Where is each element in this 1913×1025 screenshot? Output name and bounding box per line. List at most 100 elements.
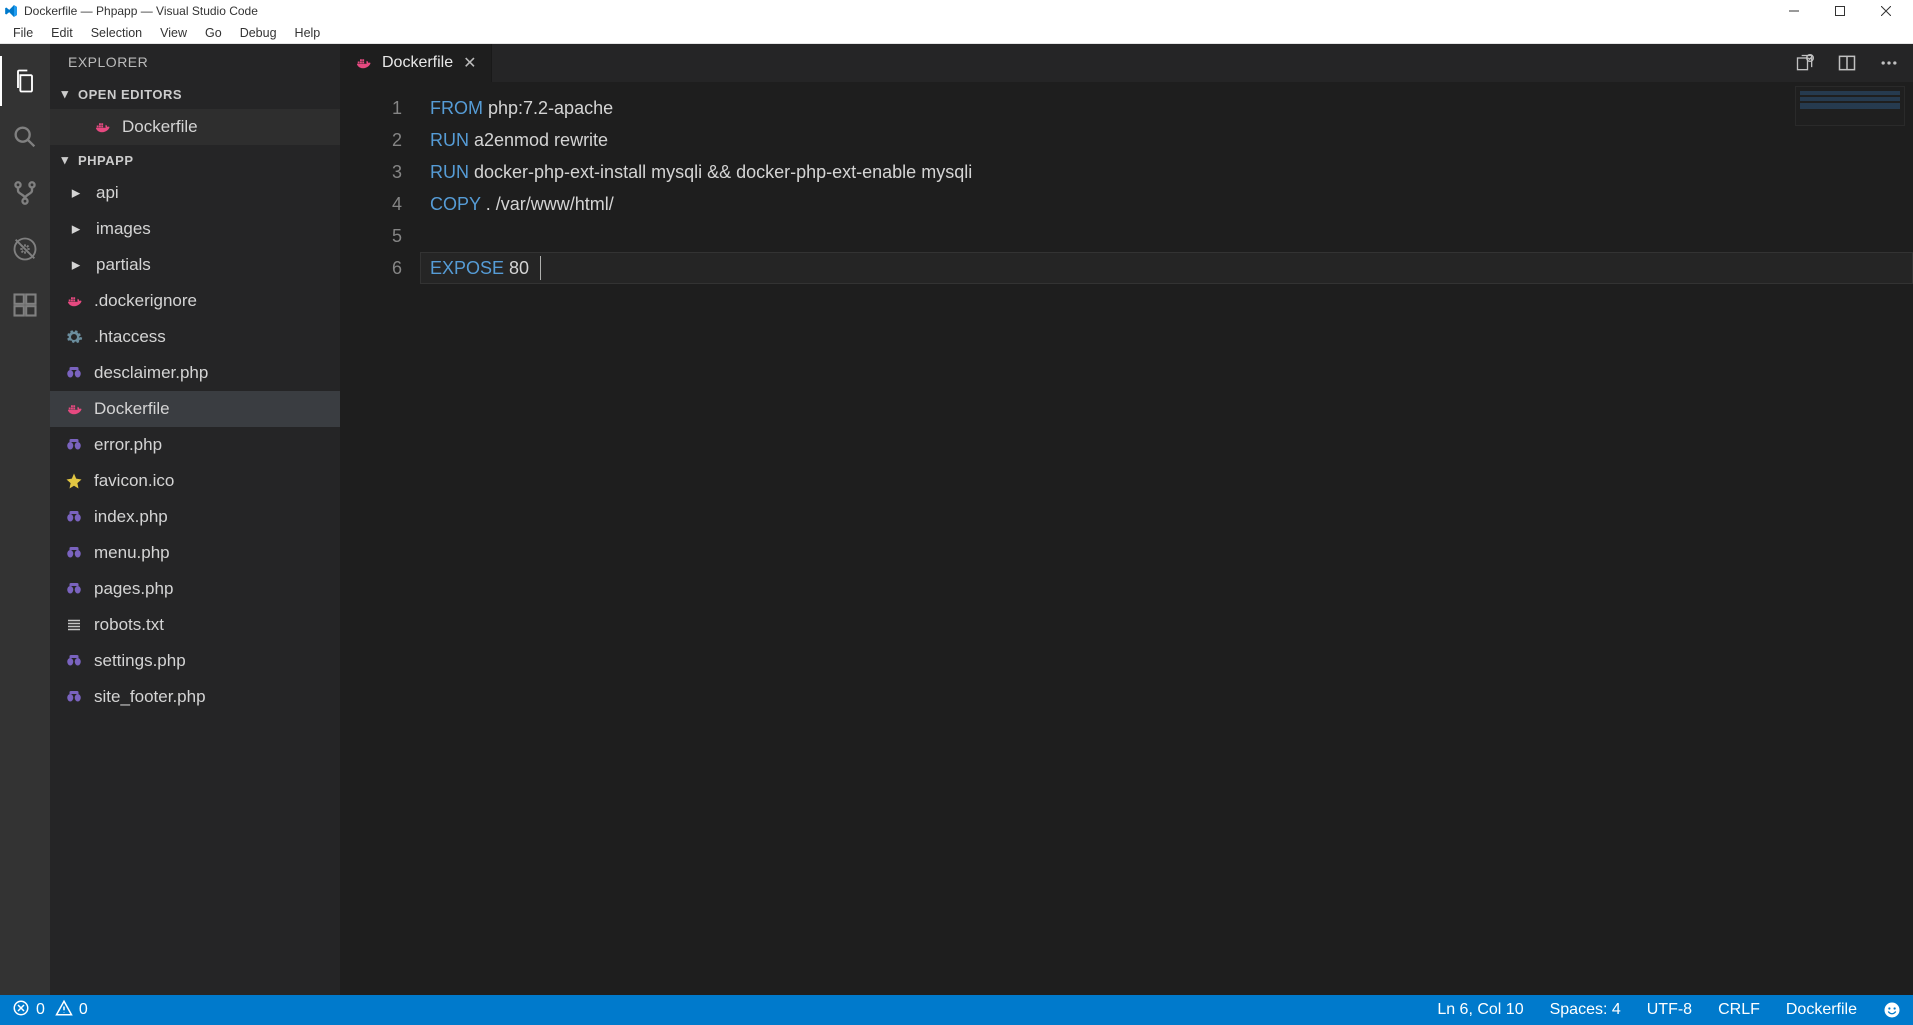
file-item[interactable]: error.php (50, 427, 340, 463)
activity-search[interactable] (0, 112, 50, 162)
file-label: .dockerignore (94, 291, 197, 311)
folder-item[interactable]: ▸ api (50, 175, 340, 211)
sidebar-title: EXPLORER (50, 44, 340, 79)
file-label: error.php (94, 435, 162, 455)
file-tree: ▸ api ▸ images ▸partials .dockerignore .htacce… (50, 175, 340, 715)
file-item[interactable]: .htaccess (50, 319, 340, 355)
status-cursor-position[interactable]: Ln 6, Col 10 (1437, 1001, 1523, 1019)
activity-debug[interactable] (0, 224, 50, 274)
tab-label: Dockerfile (382, 54, 453, 72)
folder-label: api (96, 183, 119, 203)
activity-source-control[interactable] (0, 168, 50, 218)
gear-icon (64, 327, 84, 347)
activity-bar (0, 44, 50, 995)
status-eol[interactable]: CRLF (1718, 1001, 1760, 1019)
open-editor-label: Dockerfile (122, 117, 198, 137)
vscode-icon (4, 4, 18, 18)
line-number-gutter: 123456 (340, 82, 420, 995)
folder-item[interactable]: ▸partials (50, 247, 340, 283)
file-item[interactable]: settings.php (50, 643, 340, 679)
menu-selection[interactable]: Selection (82, 24, 151, 42)
status-warnings-count: 0 (79, 1001, 88, 1019)
folder-item[interactable]: ▸ images (50, 211, 340, 247)
chevron-right-icon: ▸ (70, 219, 82, 239)
code-line[interactable] (420, 220, 1913, 252)
line-number: 3 (340, 156, 402, 188)
chevron-right-icon: ▸ (70, 255, 82, 275)
tab-close-icon[interactable]: ✕ (463, 53, 476, 73)
file-item[interactable]: robots.txt (50, 607, 340, 643)
open-editor-item[interactable]: Dockerfile (50, 109, 340, 145)
code-line[interactable]: EXPOSE 80 (420, 252, 1913, 284)
menu-help[interactable]: Help (286, 24, 330, 42)
docker-icon (64, 399, 84, 419)
minimap[interactable] (1795, 86, 1905, 126)
star-icon (64, 471, 84, 491)
file-label: pages.php (94, 579, 173, 599)
status-errors-count: 0 (36, 1001, 45, 1019)
file-label: menu.php (94, 543, 170, 563)
window-close-button[interactable] (1863, 0, 1909, 22)
open-editors-list: Dockerfile (50, 109, 340, 145)
file-label: site_footer.php (94, 687, 206, 707)
file-item[interactable]: index.php (50, 499, 340, 535)
php-icon (64, 507, 84, 527)
php-icon (64, 435, 84, 455)
chevron-down-icon: ▾ (58, 152, 72, 168)
compare-changes-icon[interactable] (1795, 53, 1815, 73)
file-label: index.php (94, 507, 168, 527)
menu-view[interactable]: View (151, 24, 196, 42)
activity-explorer[interactable] (0, 56, 50, 106)
file-item[interactable]: favicon.ico (50, 463, 340, 499)
file-item[interactable]: desclaimer.php (50, 355, 340, 391)
code-line[interactable]: COPY . /var/www/html/ (420, 188, 1913, 220)
docker-icon (64, 291, 84, 311)
window-maximize-button[interactable] (1817, 0, 1863, 22)
chevron-right-icon: ▸ (70, 183, 82, 203)
more-actions-icon[interactable] (1879, 53, 1899, 73)
file-item[interactable]: site_footer.php (50, 679, 340, 715)
file-label: Dockerfile (94, 399, 170, 419)
window-title: Dockerfile — Phpapp — Visual Studio Code (24, 4, 258, 18)
menu-debug[interactable]: Debug (231, 24, 286, 42)
menu-file[interactable]: File (4, 24, 42, 42)
status-indentation[interactable]: Spaces: 4 (1550, 1001, 1621, 1019)
php-icon (64, 687, 84, 707)
code-line[interactable]: RUN a2enmod rewrite (420, 124, 1913, 156)
menu-bar: File Edit Selection View Go Debug Help (0, 22, 1913, 44)
php-icon (64, 543, 84, 563)
file-label: robots.txt (94, 615, 164, 635)
open-editors-section[interactable]: ▾ OPEN EDITORS (50, 79, 340, 109)
file-item[interactable]: menu.php (50, 535, 340, 571)
code-line[interactable]: FROM php:7.2-apache (420, 92, 1913, 124)
file-label: .htaccess (94, 327, 166, 347)
title-bar: Dockerfile — Phpapp — Visual Studio Code (0, 0, 1913, 22)
open-editors-label: OPEN EDITORS (78, 87, 182, 102)
project-section[interactable]: ▾ PHPAPP (50, 145, 340, 175)
code-line[interactable]: RUN docker-php-ext-install mysqli && doc… (420, 156, 1913, 188)
file-item[interactable]: .dockerignore (50, 283, 340, 319)
status-errors[interactable]: 0 (12, 999, 45, 1022)
file-label: desclaimer.php (94, 363, 208, 383)
menu-go[interactable]: Go (196, 24, 231, 42)
menu-edit[interactable]: Edit (42, 24, 82, 42)
status-bar: 0 0 Ln 6, Col 10 Spaces: 4 UTF-8 CRLF Do… (0, 995, 1913, 1025)
error-icon (12, 999, 30, 1022)
editor-tab-actions (1795, 44, 1913, 82)
folder-label: images (96, 219, 151, 239)
status-warnings[interactable]: 0 (55, 999, 88, 1022)
line-number: 1 (340, 92, 402, 124)
file-item[interactable]: Dockerfile (50, 391, 340, 427)
status-encoding[interactable]: UTF-8 (1647, 1001, 1692, 1019)
split-editor-icon[interactable] (1837, 53, 1857, 73)
tab-dockerfile[interactable]: Dockerfile ✕ (340, 44, 492, 82)
status-feedback-icon[interactable] (1883, 1001, 1901, 1019)
code-editor[interactable]: FROM php:7.2-apacheRUN a2enmod rewriteRU… (420, 82, 1913, 995)
window-minimize-button[interactable] (1771, 0, 1817, 22)
line-number: 5 (340, 220, 402, 252)
status-language-mode[interactable]: Dockerfile (1786, 1001, 1857, 1019)
file-label: favicon.ico (94, 471, 174, 491)
activity-extensions[interactable] (0, 280, 50, 330)
file-item[interactable]: pages.php (50, 571, 340, 607)
php-icon (64, 579, 84, 599)
